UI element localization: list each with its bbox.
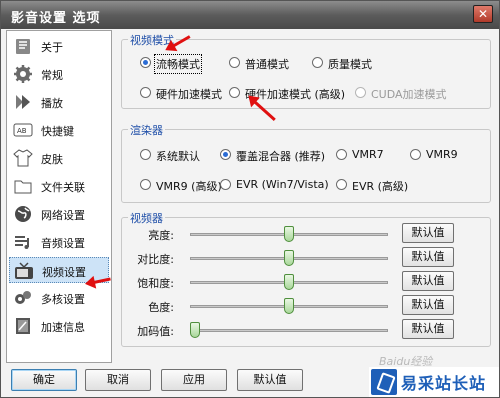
- brightness-row: 亮度: 默认值: [122, 223, 492, 245]
- window-title: 影音设置 选项: [11, 11, 101, 26]
- sidebar-item-network[interactable]: 网络设置: [9, 201, 109, 227]
- slider-label: 色度:: [148, 301, 174, 314]
- gain-default-button[interactable]: 默认值: [402, 319, 454, 339]
- sidebar-item-file-assoc[interactable]: 文件关联: [9, 173, 109, 199]
- slider-track[interactable]: [190, 329, 388, 332]
- sidebar-item-label: 视频设置: [42, 266, 86, 279]
- sidebar-item-label: 多核设置: [41, 293, 85, 306]
- contrast-row: 对比度: 默认值: [122, 247, 492, 269]
- radio-dot: [312, 57, 323, 68]
- slider-label: 对比度:: [137, 253, 174, 266]
- sidebar-item-label: 加速信息: [41, 321, 85, 334]
- accelerate-icon: [16, 318, 30, 334]
- site-logo-icon: [371, 369, 397, 395]
- default-button[interactable]: 默认值: [237, 369, 303, 391]
- sidebar-item-general[interactable]: 常规: [9, 61, 109, 87]
- slider-label: 加码值:: [137, 325, 174, 338]
- audio-icon: [15, 236, 29, 249]
- slider-label: 饱和度:: [137, 277, 174, 290]
- hue-slider[interactable]: [284, 298, 294, 314]
- close-button[interactable]: ✕: [473, 5, 493, 23]
- shirt-icon: [13, 149, 33, 167]
- sidebar-item-label: 常规: [41, 69, 63, 82]
- sidebar-item-label: 音频设置: [41, 237, 85, 250]
- globe-icon: [15, 206, 31, 222]
- sidebar-item-hotkeys[interactable]: AB 快捷键: [9, 117, 109, 143]
- hue-row: 色度: 默认值: [122, 295, 492, 317]
- settings-sidebar: 关于 常规 播放 AB 快捷键 皮肤 文件关联 网络设置 音频设置 视频设置 多…: [6, 30, 112, 363]
- sidebar-item-label: 快捷键: [41, 125, 74, 138]
- renderer-group: 渲染器 系统默认 覆盖混合器 (推荐) VMR7 VMR9 VMR9 (高级) …: [121, 122, 491, 203]
- sidebar-item-label: 播放: [41, 97, 63, 110]
- contrast-slider[interactable]: [284, 250, 294, 266]
- radio-dot: [140, 57, 151, 68]
- radio-dot: [140, 149, 151, 160]
- cpu-icon: [15, 291, 31, 304]
- sidebar-item-label: 文件关联: [41, 181, 85, 194]
- saturation-default-button[interactable]: 默认值: [402, 271, 454, 291]
- radio-dot: [336, 179, 347, 190]
- video-adjust-group: 视频器 亮度: 默认值 对比度: 默认值 饱和度: 默认值 色度: 默认值 加码…: [121, 210, 492, 347]
- radio-dot: [229, 57, 240, 68]
- sidebar-item-accel-info[interactable]: 加速信息: [9, 313, 109, 339]
- sidebar-item-about[interactable]: 关于: [9, 33, 109, 59]
- renderer-title: 渲染器: [128, 122, 165, 138]
- tv-icon: [15, 262, 33, 279]
- brightness-default-button[interactable]: 默认值: [402, 223, 454, 243]
- gear-icon: [14, 65, 32, 83]
- radio-dot: [410, 149, 421, 160]
- sidebar-item-skin[interactable]: 皮肤: [9, 145, 109, 171]
- keyboard-icon: AB: [13, 123, 33, 137]
- sidebar-item-label: 关于: [41, 41, 63, 54]
- contrast-default-button[interactable]: 默认值: [402, 247, 454, 267]
- radio-dot: [229, 87, 240, 98]
- brightness-slider[interactable]: [284, 226, 294, 242]
- radio-dot: [140, 87, 151, 98]
- sidebar-item-play[interactable]: 播放: [9, 89, 109, 115]
- play-icon: [16, 95, 30, 109]
- about-icon: [16, 39, 30, 54]
- gain-row: 加码值: 默认值: [122, 319, 492, 341]
- sidebar-item-label: 网络设置: [41, 209, 85, 222]
- apply-button[interactable]: 应用: [161, 369, 227, 391]
- radio-dot: [355, 87, 366, 98]
- hue-default-button[interactable]: 默认值: [402, 295, 454, 315]
- gain-slider[interactable]: [190, 322, 200, 338]
- saturation-row: 饱和度: 默认值: [122, 271, 492, 293]
- cancel-button[interactable]: 取消: [85, 369, 151, 391]
- saturation-slider[interactable]: [284, 274, 294, 290]
- radio-dot: [220, 179, 231, 190]
- slider-label: 亮度:: [148, 229, 174, 242]
- folder-icon: [14, 180, 32, 194]
- svg-text:AB: AB: [17, 127, 27, 135]
- radio-dot: [220, 149, 231, 160]
- settings-window: 影音设置 选项 ✕ 关于 常规 播放 AB 快捷键 皮肤 文件关联 网络设置 音…: [0, 0, 500, 398]
- sidebar-item-label: 皮肤: [41, 153, 63, 166]
- sidebar-item-audio[interactable]: 音频设置: [9, 229, 109, 255]
- site-name: 易采站长站: [401, 374, 487, 393]
- radio-dot: [140, 179, 151, 190]
- ok-button[interactable]: 确定: [11, 369, 77, 391]
- title-bar[interactable]: 影音设置 选项 ✕: [1, 1, 499, 29]
- radio-dot: [336, 149, 347, 160]
- site-watermark: 易采站长站: [369, 367, 499, 397]
